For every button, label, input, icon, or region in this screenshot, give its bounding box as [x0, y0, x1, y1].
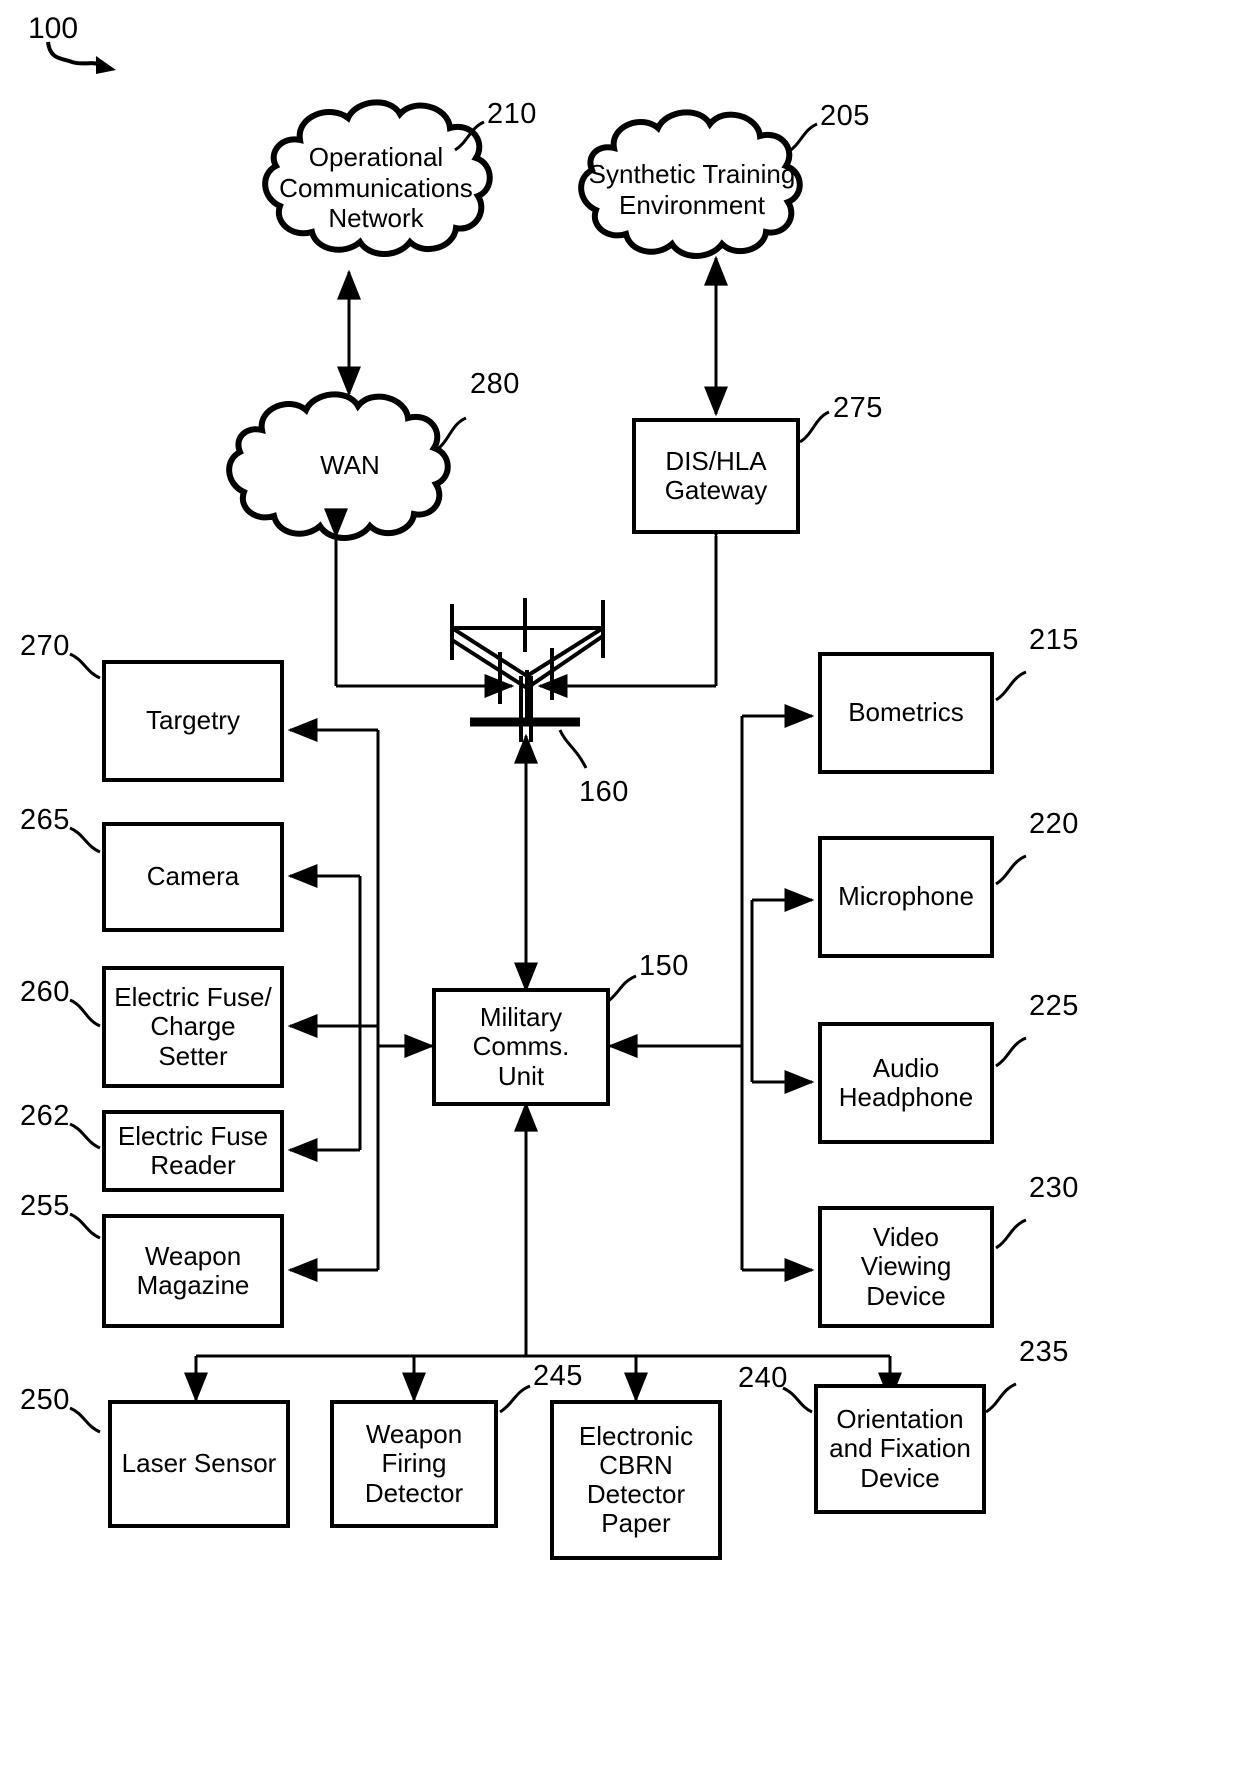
node-electric-fuse-reader[interactable]: Electric Fuse Reader	[102, 1110, 284, 1192]
lead-245	[499, 1384, 531, 1414]
microphone-label: Microphone	[838, 881, 974, 912]
lead-230	[995, 1218, 1027, 1250]
ref-210: 210	[487, 98, 537, 130]
ref-265: 265	[20, 804, 70, 836]
cbrn-line4: Paper	[601, 1508, 671, 1539]
ref-275: 275	[833, 392, 883, 424]
lead-262	[69, 1122, 101, 1150]
firing-line2: Firing	[381, 1448, 447, 1479]
lead-205	[787, 122, 818, 154]
camera-label: Camera	[146, 861, 240, 892]
laser-label: Laser Sensor	[121, 1448, 277, 1479]
node-video-viewing-device[interactable]: Video Viewing Device	[818, 1206, 994, 1328]
orientation-line3: Device	[860, 1462, 940, 1493]
lead-260	[69, 998, 101, 1028]
figure-lead-arrowhead	[96, 56, 116, 74]
ref-215: 215	[1029, 624, 1079, 656]
lead-225	[995, 1036, 1027, 1068]
node-microphone[interactable]: Microphone	[818, 836, 994, 958]
cloud-wan	[226, 391, 451, 541]
lead-270	[69, 652, 101, 680]
lead-255	[69, 1212, 101, 1240]
node-military-comms-unit[interactable]: Military Comms. Unit	[432, 988, 610, 1106]
ref-225: 225	[1029, 990, 1079, 1022]
node-dis-hla-gateway[interactable]: DIS/HLA Gateway	[632, 418, 800, 534]
ref-205: 205	[820, 100, 870, 132]
cbrn-line3: Detector	[586, 1479, 686, 1509]
ref-250: 250	[20, 1384, 70, 1416]
cloud-synthetic-training-environment	[578, 109, 803, 259]
firing-line1: Weapon	[365, 1419, 463, 1450]
node-orientation-and-fixation-device[interactable]: Orientation and Fixation Device	[814, 1384, 986, 1514]
headphone-line1: Audio	[872, 1052, 940, 1083]
fuse-reader-line1: Electric Fuse	[117, 1120, 269, 1151]
video-line1: Video	[872, 1222, 940, 1253]
video-line3: Device	[866, 1280, 946, 1311]
magazine-line2: Magazine	[136, 1270, 250, 1300]
video-line2: Viewing	[860, 1251, 952, 1282]
ref-240: 240	[738, 1362, 788, 1394]
headphone-line2: Headphone	[838, 1082, 974, 1112]
node-electronic-cbrn-detector-paper[interactable]: Electronic CBRN Detector Paper	[550, 1400, 722, 1560]
node-biometrics[interactable]: Bometrics	[818, 652, 994, 774]
ref-260: 260	[20, 976, 70, 1008]
gateway-line1: DIS/HLA	[665, 445, 767, 476]
targetry-label: Targetry	[146, 705, 240, 736]
ref-235: 235	[1019, 1336, 1069, 1368]
orientation-line2: and Fixation	[829, 1433, 971, 1464]
node-laser-sensor[interactable]: Laser Sensor	[108, 1400, 290, 1528]
patent-figure-canvas: 100 Operational Communications Network S…	[0, 0, 1240, 1788]
ref-245: 245	[533, 1360, 583, 1392]
lead-265	[69, 826, 101, 854]
fuse-setter-line1: Electric Fuse/	[114, 982, 272, 1013]
ref-150: 150	[639, 950, 689, 982]
lead-215	[995, 670, 1027, 702]
comms-line2: Comms.	[472, 1031, 570, 1062]
lead-220	[995, 854, 1027, 886]
gateway-line2: Gateway	[664, 475, 768, 505]
orientation-line1: Orientation	[836, 1404, 964, 1435]
lead-160	[558, 729, 588, 769]
node-targetry[interactable]: Targetry	[102, 660, 284, 782]
lead-250	[69, 1406, 101, 1434]
node-weapon-firing-detector[interactable]: Weapon Firing Detector	[330, 1400, 498, 1528]
magazine-line1: Weapon	[144, 1240, 242, 1271]
ref-280: 280	[470, 368, 520, 400]
fuse-setter-line3: Setter	[158, 1040, 228, 1071]
lead-150	[606, 974, 637, 1004]
cloud-operational-communications-network	[262, 99, 493, 257]
comms-line3: Unit	[497, 1060, 545, 1091]
node-audio-headphone[interactable]: Audio Headphone	[818, 1022, 994, 1144]
figure-number: 100	[28, 12, 79, 45]
cbrn-line1: Electronic	[578, 1420, 694, 1451]
node-camera[interactable]: Camera	[102, 822, 284, 932]
lead-235	[985, 1382, 1017, 1414]
ref-255: 255	[20, 1190, 70, 1222]
node-weapon-magazine[interactable]: Weapon Magazine	[102, 1214, 284, 1328]
fuse-reader-line2: Reader	[150, 1150, 236, 1180]
cbrn-line2: CBRN	[599, 1449, 673, 1480]
ref-160: 160	[579, 776, 629, 808]
ref-220: 220	[1029, 808, 1079, 840]
node-electric-fuse-charge-setter[interactable]: Electric Fuse/ Charge Setter	[102, 966, 284, 1088]
lead-280	[435, 416, 467, 452]
fuse-setter-line2: Charge	[150, 1011, 236, 1042]
ref-230: 230	[1029, 1172, 1079, 1204]
antenna-icon	[450, 598, 605, 742]
comms-line1: Military	[479, 1002, 563, 1033]
ref-262: 262	[20, 1100, 70, 1132]
ref-270: 270	[20, 630, 70, 662]
firing-line3: Detector	[364, 1477, 464, 1508]
biometrics-label: Bometrics	[848, 697, 964, 728]
lead-275	[799, 410, 830, 444]
